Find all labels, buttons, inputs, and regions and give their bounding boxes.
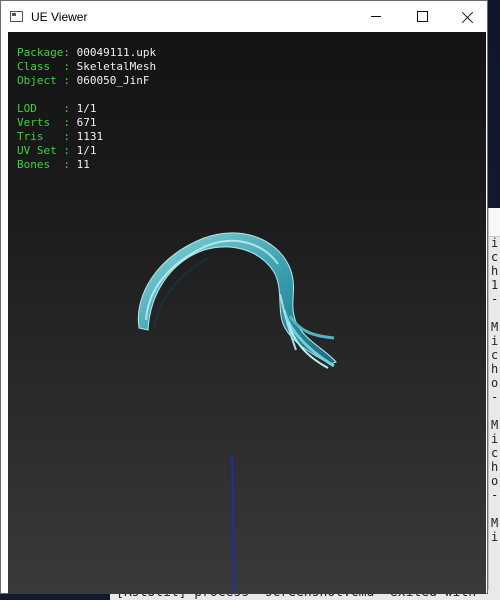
console-output: i c h 1 - M i c h o - M i c h o - M i <box>491 236 499 544</box>
close-button[interactable] <box>445 1 491 32</box>
skeletal-mesh-render[interactable] <box>8 32 486 594</box>
minimize-button[interactable] <box>353 1 399 32</box>
window-title: UE Viewer <box>31 9 88 24</box>
app-window-icon <box>10 11 23 22</box>
3d-viewport[interactable]: Package: 00049111.upk Class : SkeletalMe… <box>8 32 486 594</box>
maximize-icon <box>416 11 428 22</box>
close-icon <box>462 11 474 23</box>
maximize-button[interactable] <box>399 1 445 32</box>
console-scrollbar[interactable] <box>489 208 500 237</box>
axis-line <box>231 455 235 594</box>
ue-viewer-window[interactable]: UE Viewer Package: 00049111.upk Class : … <box>0 0 488 594</box>
minimize-icon <box>371 16 381 17</box>
title-bar[interactable]: UE Viewer <box>1 1 487 32</box>
